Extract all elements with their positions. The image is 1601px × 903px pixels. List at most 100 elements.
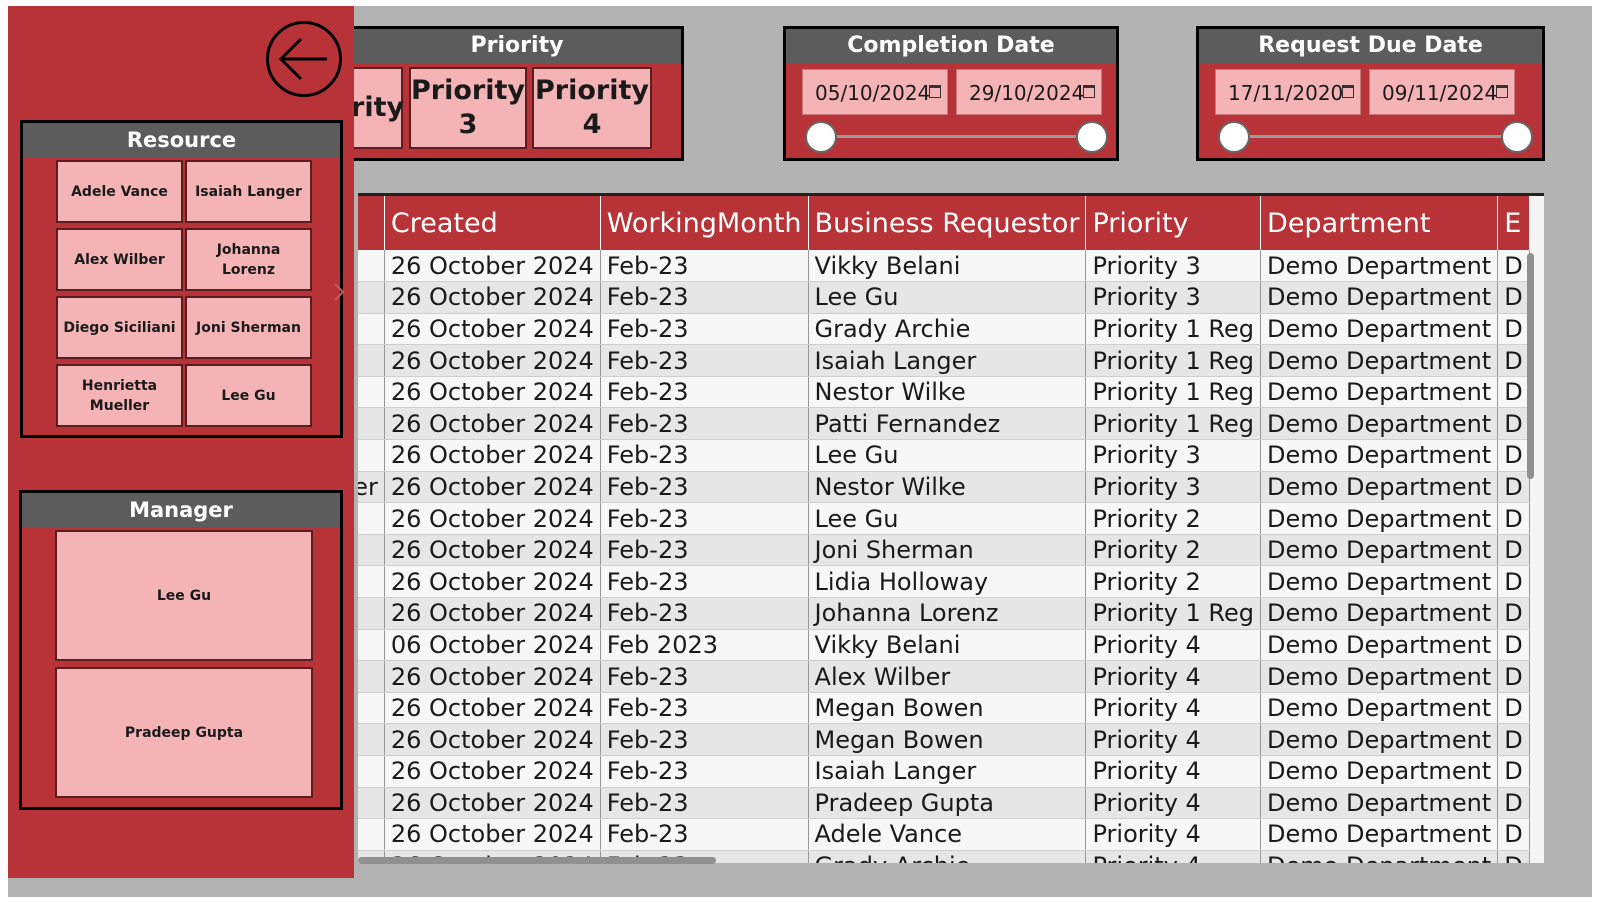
table-row[interactable]: t26 October 2024Feb-23Johanna LorenzPrio… <box>358 597 1530 630</box>
resource-tile[interactable]: Diego Siciliani <box>56 296 183 359</box>
resource-tile[interactable]: Lee Gu <box>185 364 312 427</box>
arrow-left-icon <box>278 37 327 81</box>
column-header[interactable]: Priority <box>1085 196 1262 250</box>
table-cell: Priority 4 <box>1085 818 1262 851</box>
table-row[interactable]: 06 October 2024 Feb 2023 Vikky Belani Prior… <box>358 629 1530 662</box>
table-row[interactable]: 26 October 2024 Feb-23 Lee Gu Priority 2 Dem… <box>358 502 1530 535</box>
table-row[interactable]: older26 October 2024Feb-23Megan BowenPri… <box>358 692 1530 725</box>
table-cell: Demo Department <box>1260 660 1499 693</box>
table-cell: 06 October 2024 <box>384 629 601 662</box>
column-header[interactable] <box>358 196 385 250</box>
calendar-icon[interactable] <box>1496 85 1508 98</box>
table-cell: Priority 1 Reg <box>1085 407 1262 441</box>
table-cell: escription <box>358 407 385 441</box>
due-start-date-input[interactable]: 17/11/2020 <box>1215 69 1361 115</box>
table-row[interactable]: 26 October 2024 Feb-23 Nestor Wilke Priorit… <box>358 376 1530 409</box>
manager-tile[interactable]: Pradeep Gupta <box>55 667 313 798</box>
table-cell <box>358 281 385 314</box>
table-row[interactable]: escription26 October 2024Feb-23Patti Fer… <box>358 407 1530 441</box>
table-row[interactable]: 26 October 2024 Feb-23 Lidia Holloway Prior… <box>358 565 1530 599</box>
resource-tile[interactable]: Adele Vance <box>56 160 183 223</box>
table-cell: Demo Department <box>1260 565 1499 599</box>
column-header[interactable]: Created <box>384 196 601 250</box>
completion-slider-track[interactable] <box>822 135 1092 138</box>
completion-slider-end-handle[interactable] <box>1076 121 1108 153</box>
priority-tile-1[interactable]: rity <box>349 67 404 149</box>
due-slider-start-handle[interactable] <box>1218 121 1250 153</box>
table-cell: Feb-23 <box>600 597 809 630</box>
filter-side-panel: Resource Adele Vance Isaiah Langer Alex … <box>8 6 354 878</box>
table-cell <box>358 344 385 377</box>
column-header[interactable]: WorkingMonth <box>600 196 809 250</box>
table-cell: Isaiah Langer <box>808 344 1087 377</box>
table-cell: D <box>1497 818 1530 851</box>
table-row[interactable]: d26 October 2024Feb-23Pradeep GuptaPrior… <box>358 787 1530 820</box>
calendar-icon[interactable] <box>1342 85 1354 98</box>
table-cell: Feb-23 <box>600 692 809 725</box>
table-row[interactable]: 26 October 2024 Feb-23 Lee Gu Priority 3 Dem… <box>358 281 1530 314</box>
due-slider-end-handle[interactable] <box>1501 121 1533 153</box>
table-cell: D <box>1497 692 1530 725</box>
table-row[interactable]: ue26 October 2024Feb-23Lee GuPriority 3D… <box>358 439 1530 472</box>
table-cell: Demo Department <box>1260 439 1499 472</box>
table-cell <box>358 629 385 662</box>
table-cell: D <box>1497 660 1530 693</box>
table-cell: D <box>1497 471 1530 504</box>
calendar-icon[interactable] <box>1083 85 1095 98</box>
due-slider-track[interactable] <box>1235 135 1517 138</box>
table-cell: Priority 2 <box>1085 565 1262 599</box>
due-end-date-input[interactable]: 09/11/2024 <box>1369 69 1515 115</box>
table-cell: 26 October 2024 <box>384 407 601 441</box>
table-cell: d <box>358 660 385 693</box>
table-row[interactable]: t26 October 2024Feb-23Isaiah LangerPrior… <box>358 755 1530 788</box>
table-row[interactable]: 26 October 2024 Feb-23 Isaiah Langer Priori… <box>358 344 1530 377</box>
back-button[interactable] <box>266 21 342 97</box>
table-row[interactable]: 26 October 2024 Feb-23 Adele Vance Priority… <box>358 818 1530 851</box>
table-row[interactable]: 26 October 2024 Feb-23 Joni Sherman Priorit… <box>358 534 1530 567</box>
table-horizontal-scrollbar[interactable] <box>358 857 716 864</box>
table-cell: Lidia Holloway <box>808 565 1087 599</box>
table-cell: D <box>1497 755 1530 788</box>
resource-tile[interactable]: Alex Wilber <box>56 228 183 291</box>
table-cell: 26 October 2024 <box>384 660 601 693</box>
table-cell: Demo Department <box>1260 313 1499 346</box>
calendar-icon[interactable] <box>929 85 941 98</box>
table-cell: Nestor Wilke <box>808 376 1087 409</box>
table-row[interactable]: nt26 October 2024Feb-23Megan BowenPriori… <box>358 723 1530 756</box>
table-cell: Pradeep Gupta <box>808 787 1087 820</box>
table-cell: Feb-23 <box>600 660 809 693</box>
table-cell: Priority 4 <box>1085 850 1262 863</box>
priority-tile-3[interactable]: Priority 3 <box>409 67 527 149</box>
completion-slider-start-handle[interactable] <box>805 121 837 153</box>
table-cell: Johanna Lorenz <box>808 597 1087 630</box>
table-cell: Priority 2 <box>1085 534 1262 567</box>
resource-tile[interactable]: Isaiah Langer <box>185 160 312 223</box>
table-row[interactable]: t26 October 2024Feb-23Grady ArchiePriori… <box>358 313 1530 346</box>
column-header[interactable]: E <box>1497 196 1530 250</box>
table-cell: 26 October 2024 <box>384 787 601 820</box>
table-row[interactable]: d placeholder26 October 2024Feb-23Nestor… <box>358 471 1530 504</box>
manager-tile[interactable]: Lee Gu <box>55 530 313 661</box>
table-row[interactable]: d26 October 2024Feb-23Alex WilberPriorit… <box>358 660 1530 693</box>
table-row[interactable]: 26 October 2024 Feb-23 Vikky Belani Priorit… <box>358 250 1530 283</box>
column-header[interactable]: Business Requestor <box>808 196 1087 250</box>
table-cell: Nestor Wilke <box>808 471 1087 504</box>
request-due-date-slicer: Request Due Date 17/11/2020 09/11/2024 <box>1196 26 1545 161</box>
table-cell: Lee Gu <box>808 502 1087 535</box>
table-cell: Feb 2023 <box>600 629 809 662</box>
column-header[interactable]: Department <box>1260 196 1499 250</box>
table-cell: D <box>1497 629 1530 662</box>
table-vertical-scrollbar[interactable] <box>1527 253 1534 479</box>
completion-end-date-value: 29/10/2024 <box>969 81 1085 105</box>
table-cell: 26 October 2024 <box>384 565 601 599</box>
table-cell <box>358 818 385 851</box>
completion-end-date-input[interactable]: 29/10/2024 <box>956 69 1102 115</box>
resource-tile[interactable]: Henrietta Mueller <box>56 364 183 427</box>
completion-start-date-input[interactable]: 05/10/2024 <box>802 69 948 115</box>
table-cell: Demo Department <box>1260 250 1499 283</box>
table-cell: Feb-23 <box>600 755 809 788</box>
resource-tile[interactable]: Johanna Lorenz <box>185 228 312 291</box>
table-cell <box>358 376 385 409</box>
resource-tile[interactable]: Joni Sherman <box>185 296 312 359</box>
priority-tile-4[interactable]: Priority 4 <box>532 67 652 149</box>
